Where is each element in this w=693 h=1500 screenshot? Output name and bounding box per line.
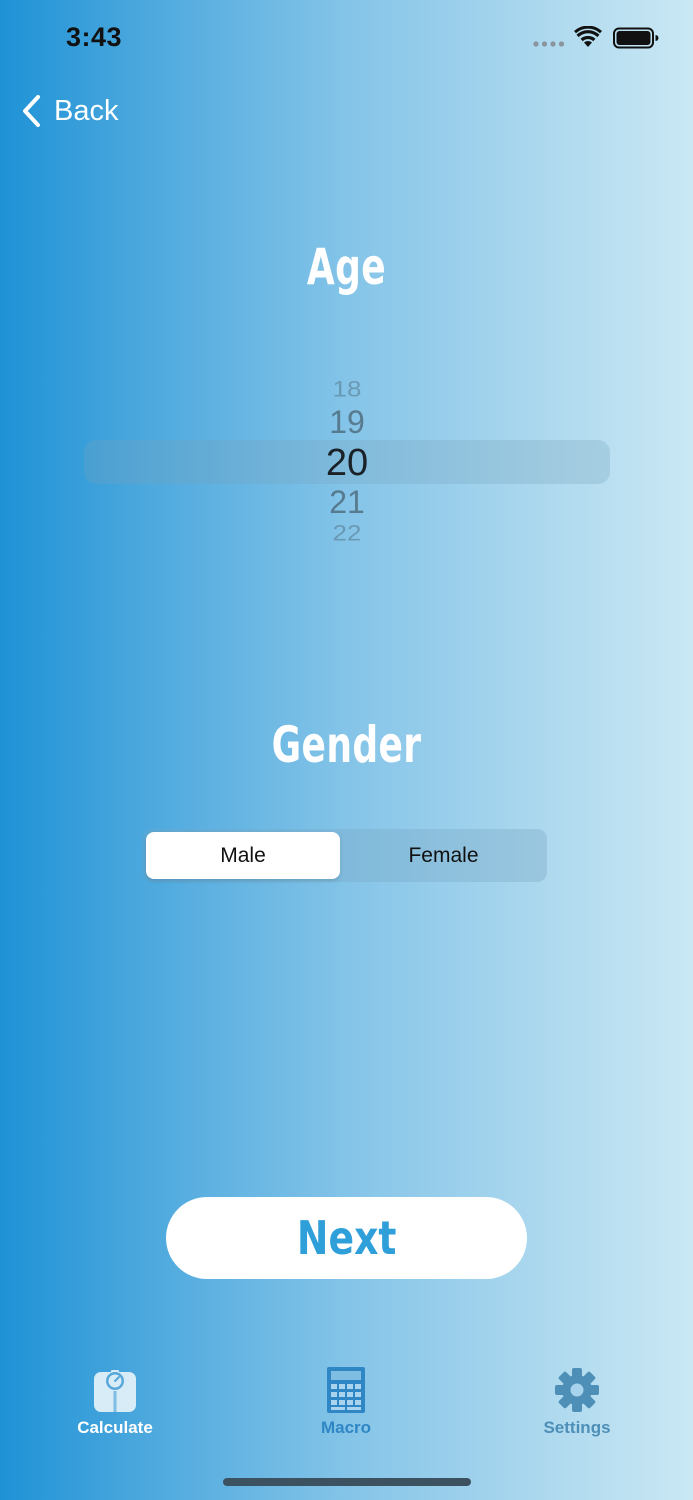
scale-icon bbox=[94, 1370, 136, 1412]
tab-label: Macro bbox=[320, 1418, 372, 1437]
picker-option[interactable]: 18 bbox=[84, 376, 610, 402]
age-picker[interactable]: 18 19 20 21 22 bbox=[84, 368, 610, 548]
gender-option-female[interactable]: Female bbox=[343, 832, 544, 879]
tab-macro[interactable]: Macro bbox=[271, 1360, 421, 1438]
tab-bar: Calculate Macro Settings bbox=[0, 1360, 693, 1450]
status-time: 3:43 bbox=[66, 22, 123, 52]
wifi-icon bbox=[574, 26, 602, 47]
tab-settings[interactable]: Settings bbox=[502, 1360, 652, 1438]
back-label: Back bbox=[54, 94, 119, 127]
back-button[interactable]: Back bbox=[20, 92, 118, 130]
gear-icon bbox=[555, 1368, 599, 1412]
battery-icon bbox=[613, 27, 659, 49]
cellular-signal-icon bbox=[533, 41, 565, 47]
picker-option-selected[interactable]: 20 bbox=[84, 442, 610, 485]
calculator-icon bbox=[327, 1367, 365, 1413]
picker-option[interactable]: 19 bbox=[84, 404, 610, 441]
chevron-left-icon bbox=[23, 95, 40, 127]
gender-segmented-control: Male Female bbox=[143, 829, 547, 882]
picker-option[interactable]: 22 bbox=[84, 520, 610, 546]
next-button[interactable]: Next bbox=[166, 1197, 527, 1279]
tab-label: Settings bbox=[543, 1418, 611, 1437]
gender-option-male[interactable]: Male bbox=[146, 832, 340, 879]
tab-calculate[interactable]: Calculate bbox=[40, 1360, 190, 1438]
status-bar: 3:43 bbox=[0, 0, 693, 80]
age-title: Age bbox=[306, 238, 387, 296]
gender-title: Gender bbox=[271, 716, 422, 774]
next-button-label: Next bbox=[296, 1211, 397, 1265]
picker-option[interactable]: 21 bbox=[84, 484, 610, 521]
home-indicator bbox=[223, 1478, 471, 1486]
tab-label: Calculate bbox=[77, 1418, 153, 1437]
